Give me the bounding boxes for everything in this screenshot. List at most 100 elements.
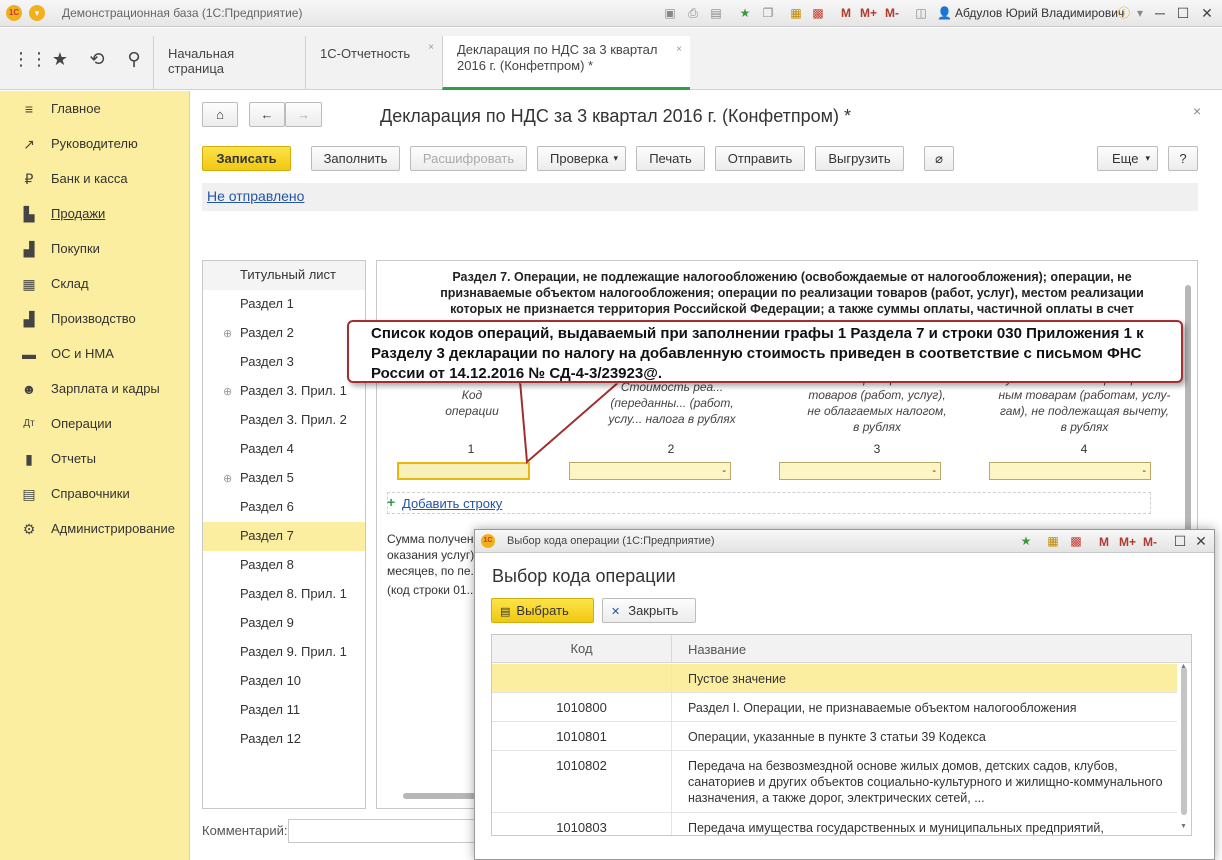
more-dropdown-button[interactable]: Еще ▾ xyxy=(1097,146,1158,171)
table-row[interactable]: 1010801 Операции, указанные в пункте 3 с… xyxy=(492,722,1177,751)
sidebar-item-payroll[interactable]: ☻ Зарплата и кадры xyxy=(0,371,190,406)
section-4[interactable]: Раздел 4 xyxy=(203,435,365,464)
search-icon[interactable]: ⚲ xyxy=(123,48,145,70)
cost-field[interactable]: - xyxy=(569,462,731,480)
section-3-app-1[interactable]: ⊕ Раздел 3. Прил. 1 xyxy=(203,377,365,406)
calendar-icon[interactable]: ▩ xyxy=(811,6,825,20)
sidebar-item-main[interactable]: ≡ Главное xyxy=(0,91,190,126)
column-header-code[interactable]: Код xyxy=(492,635,672,663)
section-9[interactable]: Раздел 9 xyxy=(203,609,365,638)
user-name[interactable]: Абдулов Юрий Владимирович xyxy=(955,6,1124,20)
m-button[interactable]: M xyxy=(1099,535,1109,549)
sidebar-item-sales[interactable]: ▙ Продажи xyxy=(0,196,190,231)
print-icon[interactable]: ⎙ xyxy=(686,6,700,20)
export-button[interactable]: Выгрузить xyxy=(815,146,904,171)
panels-icon[interactable]: ◫ xyxy=(914,6,928,20)
tab-vat-declaration[interactable]: Декларация по НДС за 3 квартал 2016 г. (… xyxy=(442,36,690,90)
save-button[interactable]: Записать xyxy=(202,146,291,171)
favorites-icon[interactable]: ★ xyxy=(49,48,71,70)
table-scrollbar[interactable] xyxy=(1181,667,1187,815)
info-icon[interactable]: ⓘ xyxy=(1117,6,1131,20)
save-icon[interactable]: ▣ xyxy=(663,6,677,20)
history-icon[interactable]: ⟲ xyxy=(86,48,108,70)
calculator-icon[interactable]: ▦ xyxy=(789,6,803,20)
fill-button[interactable]: Заполнить xyxy=(311,146,400,171)
maximize-button[interactable]: ☐ xyxy=(1171,532,1189,550)
send-button[interactable]: Отправить xyxy=(715,146,805,171)
calculator-icon[interactable]: ▦ xyxy=(1046,534,1060,548)
sidebar-item-purchases[interactable]: ▟ Покупки xyxy=(0,231,190,266)
table-row[interactable]: 1010802 Передача на безвозмездной основе… xyxy=(492,751,1177,813)
favorites-add-icon[interactable]: ★ xyxy=(1019,534,1033,548)
status-link[interactable]: Не отправлено xyxy=(207,188,304,204)
main-menu-button[interactable]: ▾ xyxy=(29,5,45,21)
help-button[interactable]: ? xyxy=(1168,146,1198,171)
close-tab-icon[interactable]: × xyxy=(428,42,434,53)
expand-icon[interactable]: ⊕ xyxy=(223,385,232,398)
section-8-app-1[interactable]: Раздел 8. Прил. 1 xyxy=(203,580,365,609)
minimize-button[interactable]: ─ xyxy=(1151,4,1169,22)
add-row[interactable]: + Добавить строку xyxy=(387,492,1151,514)
m-minus-button[interactable]: M- xyxy=(1143,535,1157,549)
close-tab-icon[interactable]: × xyxy=(676,42,682,58)
section-5[interactable]: ⊕ Раздел 5 xyxy=(203,464,365,493)
sidebar-item-catalogs[interactable]: ▤ Справочники xyxy=(0,476,190,511)
section-6[interactable]: Раздел 6 xyxy=(203,493,365,522)
section-3-app-2[interactable]: Раздел 3. Прил. 2 xyxy=(203,406,365,435)
section-2[interactable]: ⊕ Раздел 2 xyxy=(203,319,365,348)
section-title-page[interactable]: Титульный лист xyxy=(203,261,365,290)
sidebar-item-manager[interactable]: ↗ Руководителю xyxy=(0,126,190,161)
table-row[interactable]: 1010800 Раздел I. Операции, не признавае… xyxy=(492,693,1177,722)
section-8[interactable]: Раздел 8 xyxy=(203,551,365,580)
decode-button[interactable]: Расшифровать xyxy=(410,146,527,171)
check-dropdown-button[interactable]: Проверка ▾ xyxy=(537,146,626,171)
close-document-icon[interactable]: × xyxy=(1193,103,1201,119)
table-row[interactable]: 1010803 Передача имущества государственн… xyxy=(492,813,1177,835)
maximize-button[interactable]: ☐ xyxy=(1174,4,1192,22)
attachment-icon[interactable]: ⌀ xyxy=(924,146,954,171)
add-row-link[interactable]: Добавить строку xyxy=(402,496,502,511)
sidebar-item-fixed-assets[interactable]: ▬ ОС и НМА xyxy=(0,336,190,371)
section-7[interactable]: Раздел 7 xyxy=(203,522,365,551)
tab-home[interactable]: Начальная страница xyxy=(153,36,305,90)
operation-code-field[interactable] xyxy=(397,462,530,480)
favorites-add-icon[interactable]: ★ xyxy=(738,6,752,20)
m-plus-button[interactable]: M+ xyxy=(860,6,877,20)
close-button[interactable]: ✕ Закрыть xyxy=(602,598,696,623)
section-9-app-1[interactable]: Раздел 9. Прил. 1 xyxy=(203,638,365,667)
scroll-up-icon[interactable]: ▲ xyxy=(1180,663,1187,670)
section-10[interactable]: Раздел 10 xyxy=(203,667,365,696)
close-window-button[interactable]: ✕ xyxy=(1198,4,1216,22)
m-minus-button[interactable]: M- xyxy=(885,6,899,20)
sidebar-item-warehouse[interactable]: ▦ Склад xyxy=(0,266,190,301)
m-plus-button[interactable]: M+ xyxy=(1119,535,1136,549)
back-button[interactable]: ← xyxy=(249,102,285,127)
m-button[interactable]: M xyxy=(841,6,851,20)
copy-icon[interactable]: ❐ xyxy=(761,6,775,20)
section-3[interactable]: Раздел 3 xyxy=(203,348,365,377)
section-1[interactable]: Раздел 1 xyxy=(203,290,365,319)
expand-icon[interactable]: ⊕ xyxy=(223,472,232,485)
section-11[interactable]: Раздел 11 xyxy=(203,696,365,725)
apps-grid-icon[interactable]: ⋮⋮ xyxy=(12,48,48,70)
calendar-icon[interactable]: ▩ xyxy=(1069,534,1083,548)
expand-icon[interactable]: ⊕ xyxy=(223,327,232,340)
purchased-cost-field[interactable]: - xyxy=(779,462,941,480)
chevron-down-icon[interactable]: ▾ xyxy=(1133,6,1147,20)
sidebar-item-bank[interactable]: ₽ Банк и касса xyxy=(0,161,190,196)
table-row[interactable]: Пустое значение xyxy=(492,664,1177,693)
sidebar-item-operations[interactable]: Дт Операции xyxy=(0,406,190,441)
home-button[interactable]: ⌂ xyxy=(202,102,238,127)
section-12[interactable]: Раздел 12 xyxy=(203,725,365,754)
preview-icon[interactable]: ▤ xyxy=(709,6,723,20)
scroll-down-icon[interactable]: ▼ xyxy=(1180,823,1187,830)
select-button[interactable]: ▤ Выбрать xyxy=(491,598,594,623)
forward-button[interactable]: → xyxy=(285,102,322,127)
sidebar-item-admin[interactable]: ⚙ Администрирование xyxy=(0,511,190,546)
sidebar-item-reports[interactable]: ▮ Отчеты xyxy=(0,441,190,476)
tax-amount-field[interactable]: - xyxy=(989,462,1151,480)
sidebar-item-production[interactable]: ▟ Производство xyxy=(0,301,190,336)
print-button[interactable]: Печать xyxy=(636,146,705,171)
tab-1c-reporting[interactable]: 1С-Отчетность × xyxy=(305,36,442,90)
column-header-name[interactable]: Название xyxy=(688,642,746,657)
